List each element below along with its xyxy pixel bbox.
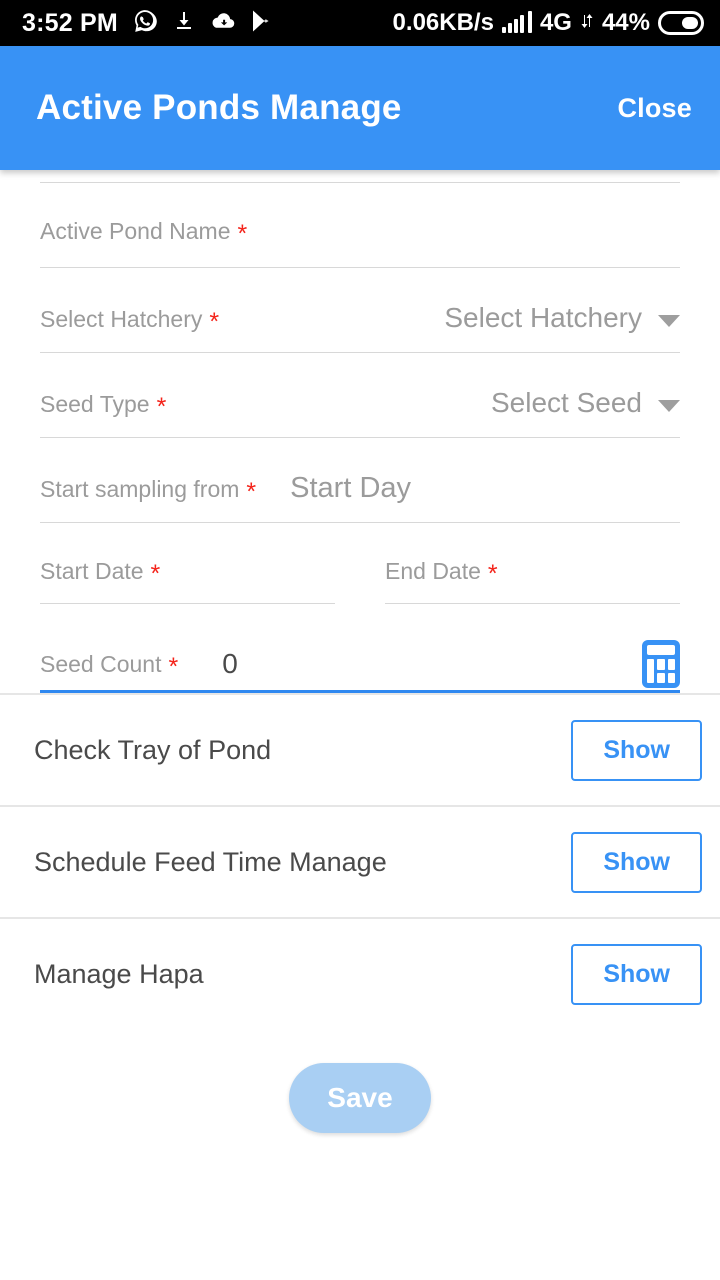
field-underline-focused xyxy=(40,690,680,693)
battery-icon xyxy=(658,11,704,35)
field-underline xyxy=(40,522,680,523)
field-label: Active Pond Name xyxy=(40,218,230,245)
list-item-label: Check Tray of Pond xyxy=(34,735,271,766)
show-button-manage-hapa[interactable]: Show xyxy=(571,944,702,1005)
field-select-hatchery[interactable]: Select Hatchery * Select Hatchery xyxy=(40,268,680,353)
field-label: Seed Type xyxy=(40,391,150,418)
status-time: 3:52 PM xyxy=(22,9,118,38)
field-seed-type[interactable]: Seed Type * Select Seed xyxy=(40,353,680,438)
calculator-icon xyxy=(642,640,680,688)
data-transfer-arrows-icon xyxy=(580,12,594,35)
field-end-date[interactable]: End Date * xyxy=(385,523,680,604)
status-bar-left: 3:52 PM xyxy=(22,8,272,39)
start-day-input[interactable]: Start Day xyxy=(290,472,411,505)
cloud-icon xyxy=(210,9,236,38)
required-marker: * xyxy=(488,560,498,589)
dropdown-value: Select Hatchery xyxy=(444,302,642,334)
status-bar: 3:52 PM 0.06KB/s 4G 44% xyxy=(0,0,720,46)
seed-count-input[interactable]: 0 xyxy=(222,648,238,680)
page-title: Active Ponds Manage xyxy=(36,88,402,128)
dropdown-value: Select Seed xyxy=(491,387,642,419)
required-marker: * xyxy=(237,220,247,249)
list-item-manage-hapa[interactable]: Manage Hapa Show xyxy=(0,919,720,1029)
close-button[interactable]: Close xyxy=(617,93,692,124)
field-label: Start Date xyxy=(40,558,144,585)
list-item-label: Schedule Feed Time Manage xyxy=(34,847,387,878)
field-label: Seed Count xyxy=(40,651,161,678)
field-label: Select Hatchery xyxy=(40,306,202,333)
network-type: 4G xyxy=(540,9,572,37)
required-marker: * xyxy=(209,308,219,337)
show-button-schedule-feed[interactable]: Show xyxy=(571,832,702,893)
seed-dropdown[interactable]: Select Seed xyxy=(491,387,680,419)
list-item-schedule-feed[interactable]: Schedule Feed Time Manage Show xyxy=(0,807,720,917)
required-marker: * xyxy=(246,478,256,507)
chevron-down-icon xyxy=(658,315,680,327)
network-speed: 0.06KB/s xyxy=(393,9,494,37)
field-active-pond-name[interactable]: Active Pond Name * xyxy=(40,183,680,268)
actions-list: Check Tray of Pond Show Schedule Feed Ti… xyxy=(0,693,720,1029)
required-marker: * xyxy=(157,393,167,422)
play-store-icon xyxy=(250,9,272,38)
footer: Save xyxy=(0,1063,720,1133)
download-icon xyxy=(172,9,196,38)
app-bar: Active Ponds Manage Close xyxy=(0,46,720,170)
field-start-sampling-from[interactable]: Start sampling from * Start Day xyxy=(40,438,680,523)
field-label: End Date xyxy=(385,558,481,585)
hatchery-dropdown[interactable]: Select Hatchery xyxy=(444,302,680,334)
status-bar-right: 0.06KB/s 4G 44% xyxy=(393,9,704,37)
signal-bars-icon xyxy=(502,13,532,33)
calculator-button[interactable] xyxy=(642,640,680,688)
chevron-down-icon xyxy=(658,400,680,412)
save-button[interactable]: Save xyxy=(289,1063,431,1133)
date-row: Start Date * End Date * xyxy=(40,523,680,604)
list-item-check-tray[interactable]: Check Tray of Pond Show xyxy=(0,695,720,805)
required-marker: * xyxy=(151,560,161,589)
whatsapp-icon xyxy=(132,8,158,39)
list-item-label: Manage Hapa xyxy=(34,959,204,990)
field-start-date[interactable]: Start Date * xyxy=(40,523,335,604)
form-container: Active Pond Name * Select Hatchery * Sel… xyxy=(0,182,720,693)
field-seed-count[interactable]: Seed Count * 0 xyxy=(40,604,680,693)
show-button-check-tray[interactable]: Show xyxy=(571,720,702,781)
required-marker: * xyxy=(168,653,178,682)
field-label: Start sampling from xyxy=(40,476,239,503)
battery-percent: 44% xyxy=(602,9,650,37)
app-screen: 3:52 PM 0.06KB/s 4G 44% xyxy=(0,0,720,1280)
